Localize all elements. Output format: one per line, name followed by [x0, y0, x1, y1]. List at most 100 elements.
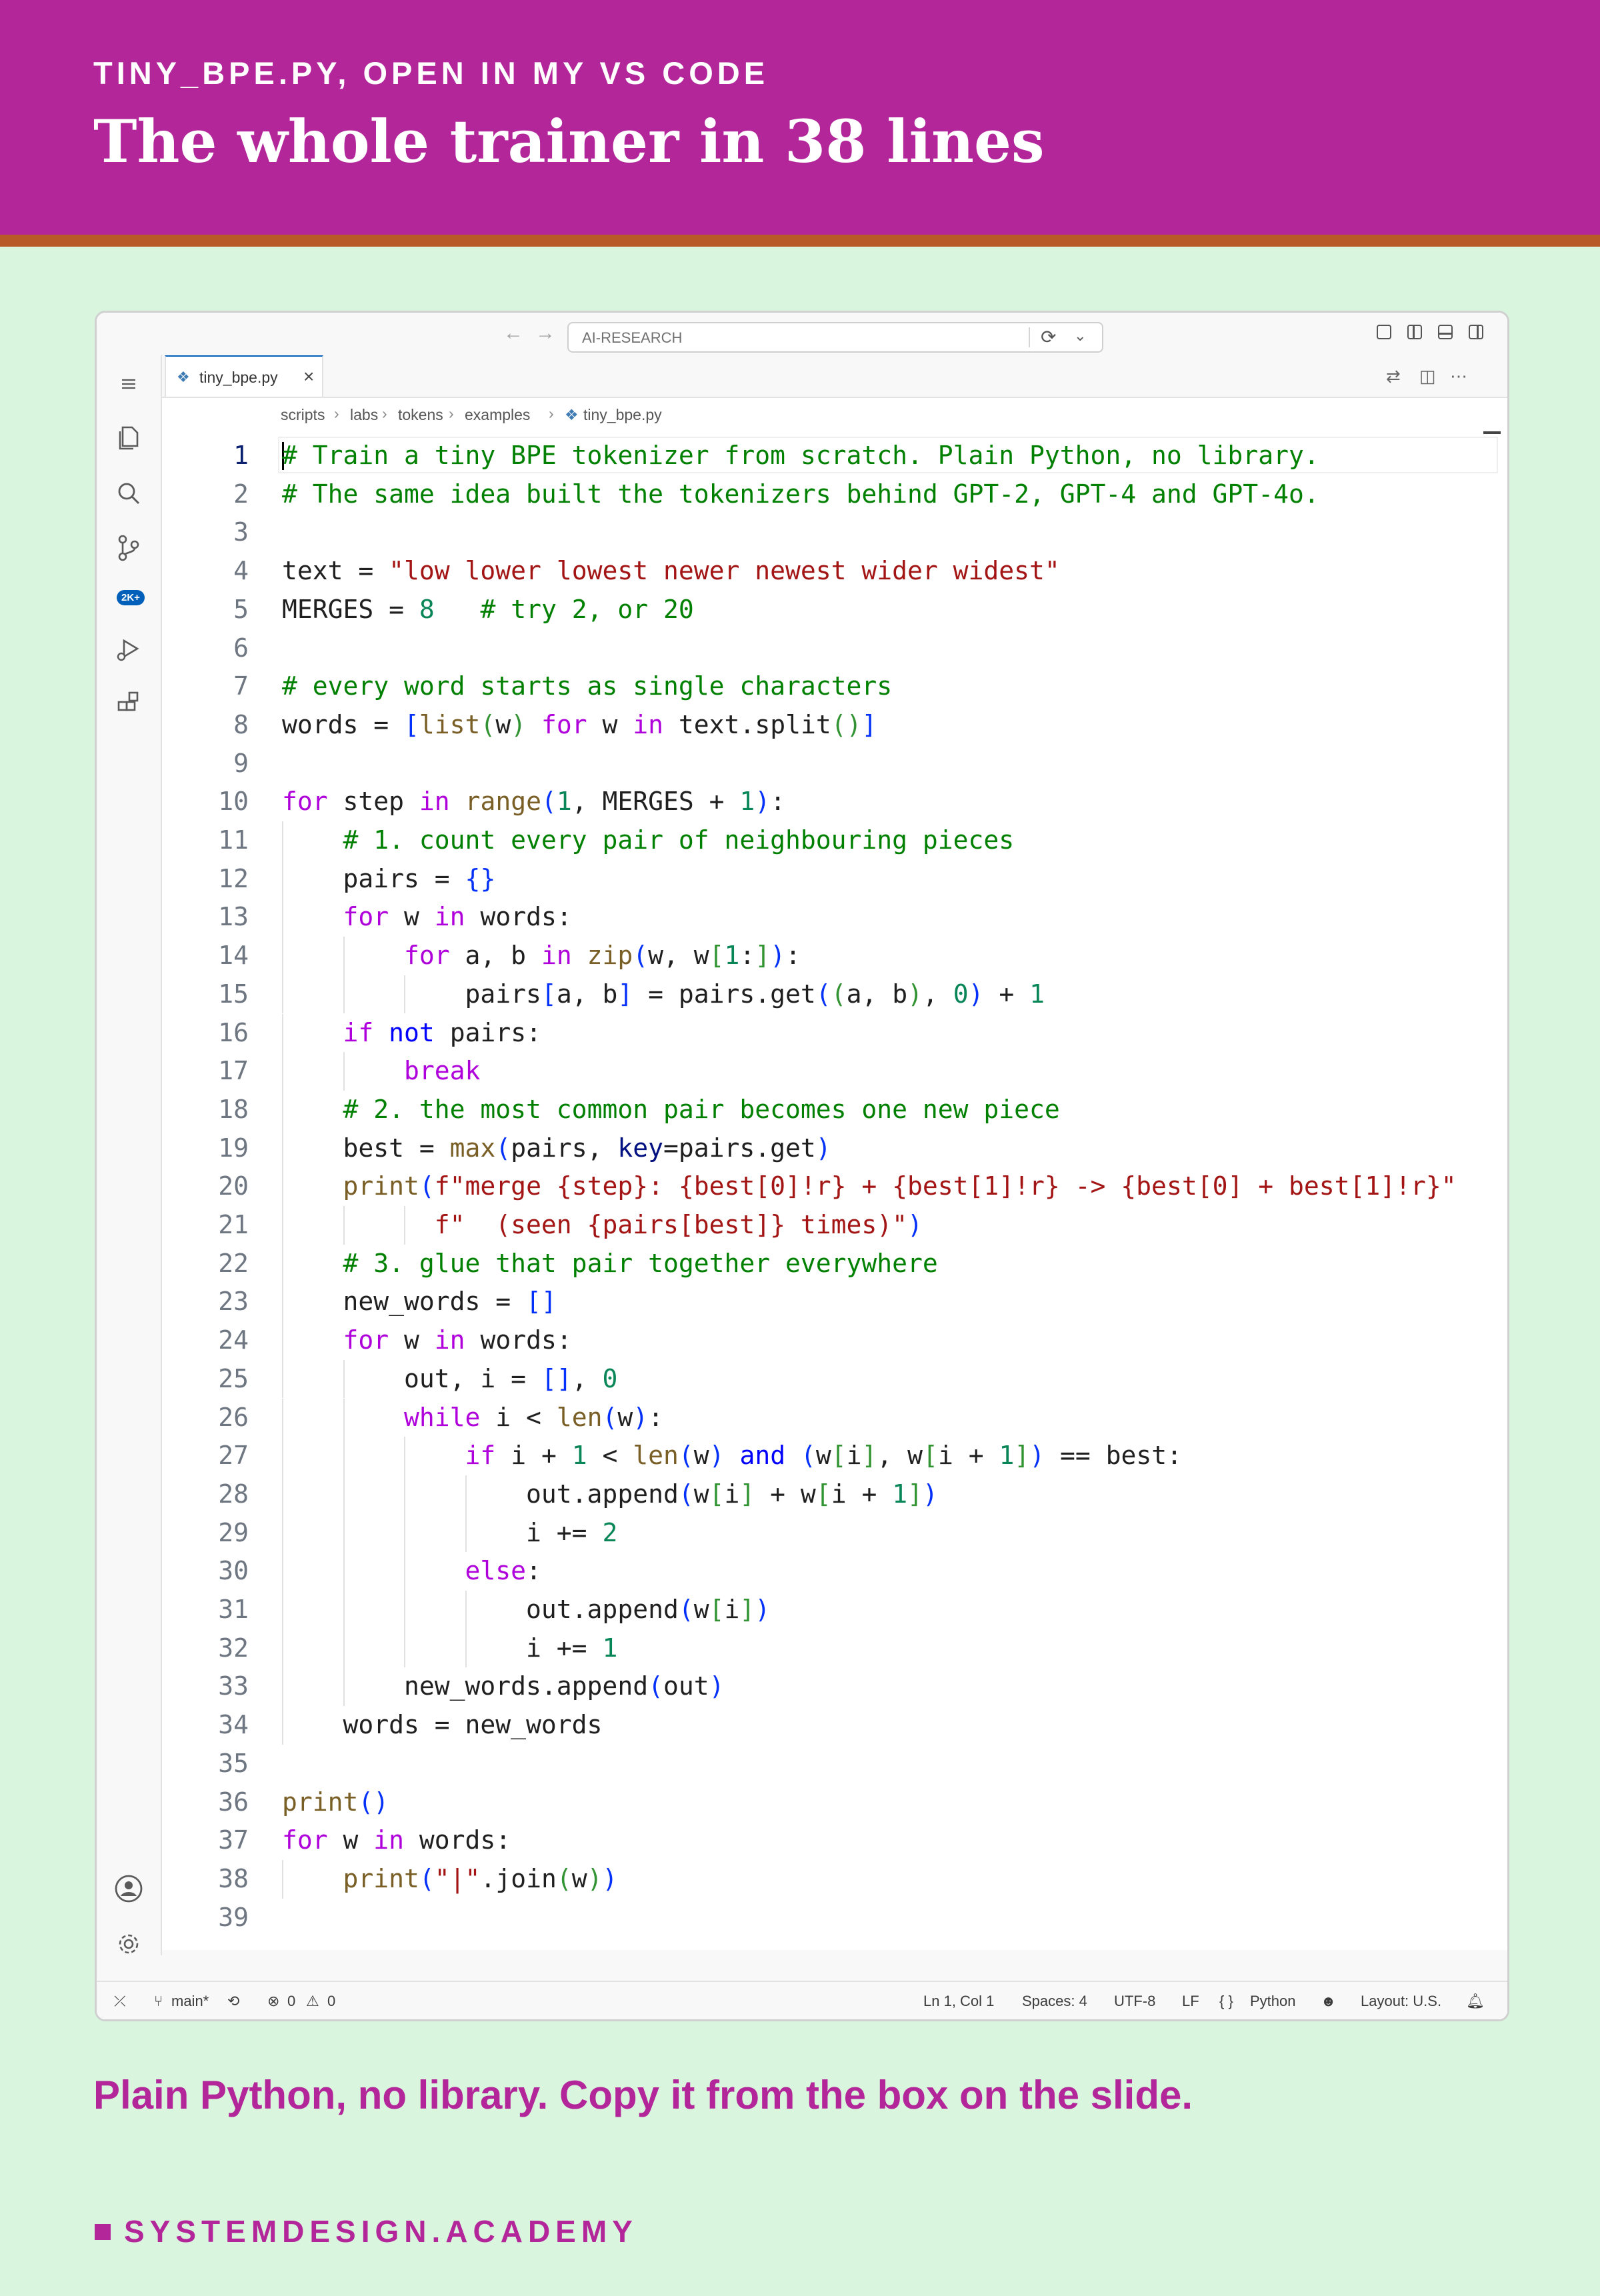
- toggle-primary-sidebar-icon[interactable]: [1407, 325, 1422, 339]
- extensions-icon[interactable]: [97, 689, 161, 719]
- chevron-down-icon[interactable]: ⌄: [1074, 327, 1086, 345]
- source-control-icon[interactable]: [97, 533, 161, 563]
- code-line[interactable]: 4 text = "low lower lowest newer newest w…: [162, 552, 1507, 591]
- code-line[interactable]: 31 out.append(w[i]): [162, 1591, 1507, 1629]
- code-line[interactable]: 3: [162, 513, 1507, 552]
- line-number: 5: [233, 594, 249, 624]
- code-text: break: [404, 1056, 481, 1086]
- forward-arrow-icon[interactable]: →: [535, 322, 555, 345]
- indent-guide: [343, 1667, 345, 1707]
- code-line[interactable]: 21 f" (seen {pairs[best]} times)"): [162, 1206, 1507, 1245]
- code-line[interactable]: 32 i += 1: [162, 1629, 1507, 1668]
- explorer-icon[interactable]: [97, 422, 161, 453]
- code-line[interactable]: 37 for w in words:: [162, 1821, 1507, 1860]
- indent-guide: [282, 1552, 283, 1591]
- code-line[interactable]: 6: [162, 629, 1507, 668]
- branch-icon[interactable]: ⑂: [154, 1993, 163, 2010]
- cursor-position[interactable]: Ln 1, Col 1: [923, 1993, 994, 2010]
- chevron-right-icon: ›: [449, 405, 454, 422]
- sync-icon[interactable]: ⟲: [227, 1993, 239, 2010]
- code-line[interactable]: 18 # 2. the most common pair becomes one…: [162, 1090, 1507, 1129]
- toggle-secondary-sidebar-icon[interactable]: [1469, 325, 1483, 339]
- warning-count[interactable]: 0: [327, 1993, 335, 2010]
- indentation[interactable]: Spaces: 4: [1022, 1993, 1087, 2010]
- error-icon[interactable]: ⊗: [267, 1993, 279, 2010]
- code-line[interactable]: 15 pairs[a, b] = pairs.get((a, b), 0) + …: [162, 975, 1507, 1014]
- menu-icon[interactable]: [97, 374, 161, 394]
- open-changes-icon[interactable]: ⇄: [1386, 366, 1401, 387]
- code-line[interactable]: 34 words = new_words: [162, 1706, 1507, 1745]
- warning-icon[interactable]: ⚠: [306, 1993, 319, 2010]
- code-line[interactable]: 24 for w in words:: [162, 1321, 1507, 1360]
- search-icon[interactable]: [97, 478, 161, 509]
- split-editor-icon[interactable]: ◫: [1419, 366, 1436, 387]
- customize-layout-icon[interactable]: [1377, 325, 1391, 339]
- notifications-bell-icon[interactable]: 🔔︎: [1466, 1993, 1485, 2010]
- line-number: 12: [218, 863, 249, 893]
- run-debug-icon[interactable]: [97, 634, 161, 665]
- copilot-chat-icon[interactable]: ⟳: [1041, 326, 1056, 348]
- code-line[interactable]: 1 # Train a tiny BPE tokenizer from scrat…: [162, 437, 1507, 475]
- close-icon[interactable]: ×: [303, 366, 314, 387]
- more-actions-icon[interactable]: ⋯: [1450, 366, 1467, 387]
- breadcrumb-item[interactable]: tokens: [398, 406, 443, 424]
- code-line[interactable]: 33 new_words.append(out): [162, 1667, 1507, 1707]
- tab-label: tiny_bpe.py: [199, 369, 278, 386]
- indent-guide: [282, 1167, 283, 1206]
- code-line[interactable]: 17 break: [162, 1052, 1507, 1091]
- indent-guide: [282, 1513, 283, 1553]
- tab-tiny-bpe[interactable]: ❖ tiny_bpe.py ×: [165, 355, 323, 397]
- chevron-right-icon: ›: [334, 405, 339, 422]
- slide-headline: The whole trainer in 38 lines: [93, 107, 1045, 176]
- encoding[interactable]: UTF-8: [1114, 1993, 1155, 2010]
- code-line[interactable]: 28 out.append(w[i] + w[i + 1]): [162, 1475, 1507, 1514]
- code-line[interactable]: 23 new_words = []: [162, 1283, 1507, 1322]
- code-line[interactable]: 8 words = [list(w) for w in text.split()]: [162, 706, 1507, 745]
- breadcrumb-item[interactable]: labs: [350, 406, 378, 424]
- code-line[interactable]: 30 else:: [162, 1552, 1507, 1591]
- code-line[interactable]: 11 # 1. count every pair of neighbouring…: [162, 821, 1507, 860]
- branch-name[interactable]: main*: [171, 1993, 209, 2010]
- code-editor[interactable]: 1 # Train a tiny BPE tokenizer from scrat…: [162, 431, 1507, 1950]
- brand-name: SYSTEMDESIGN.ACADEMY: [124, 2214, 638, 2249]
- line-number: 4: [233, 556, 249, 586]
- command-center[interactable]: AI-RESEARCH ⟳ ⌄: [567, 322, 1103, 353]
- breadcrumb-item[interactable]: tiny_bpe.py: [583, 406, 662, 424]
- breadcrumb-item[interactable]: examples: [465, 406, 530, 424]
- code-line[interactable]: 14 for a, b in zip(w, w[1:]):: [162, 937, 1507, 975]
- code-line[interactable]: 10 for step in range(1, MERGES + 1):: [162, 783, 1507, 821]
- remote-icon[interactable]: ⤫: [114, 1993, 126, 2010]
- code-line[interactable]: 27 if i + 1 < len(w) and (w[i], w[i + 1]…: [162, 1437, 1507, 1475]
- indent-guide: [404, 1591, 406, 1629]
- end-of-line[interactable]: LF: [1182, 1993, 1199, 2010]
- settings-gear-icon[interactable]: [97, 1929, 161, 1959]
- code-line[interactable]: 7 # every word starts as single character…: [162, 667, 1507, 706]
- code-line[interactable]: 12 pairs = {}: [162, 859, 1507, 899]
- code-line[interactable]: 19 best = max(pairs, key=pairs.get): [162, 1129, 1507, 1168]
- code-line[interactable]: 5 MERGES = 8 # try 2, or 20: [162, 591, 1507, 629]
- code-line[interactable]: 16 if not pairs:: [162, 1013, 1507, 1053]
- code-line[interactable]: 25 out, i = [], 0: [162, 1359, 1507, 1399]
- line-number: 22: [218, 1248, 249, 1278]
- code-line[interactable]: 22 # 3. glue that pair together everywhe…: [162, 1244, 1507, 1283]
- code-text: text = "low lower lowest newer newest wi…: [282, 556, 1060, 586]
- code-line[interactable]: 36 print(): [162, 1783, 1507, 1822]
- code-line[interactable]: 13 for w in words:: [162, 898, 1507, 937]
- back-arrow-icon[interactable]: ←: [503, 322, 523, 345]
- code-line[interactable]: 26 while i < len(w):: [162, 1398, 1507, 1437]
- code-line[interactable]: 20 print(f"merge {step}: {best[0]!r} + {…: [162, 1167, 1507, 1206]
- language-mode[interactable]: Python: [1250, 1993, 1296, 2010]
- code-line[interactable]: 38 print("|".join(w)): [162, 1859, 1507, 1899]
- code-line[interactable]: 35: [162, 1745, 1507, 1783]
- code-line[interactable]: 39: [162, 1899, 1507, 1937]
- error-count[interactable]: 0: [287, 1993, 295, 2010]
- account-icon[interactable]: [97, 1873, 161, 1905]
- code-line[interactable]: 29 i += 2: [162, 1513, 1507, 1553]
- line-number: 28: [218, 1479, 249, 1509]
- code-line[interactable]: 9: [162, 745, 1507, 783]
- breadcrumb-item[interactable]: scripts: [281, 406, 325, 424]
- copilot-icon[interactable]: ☻: [1321, 1993, 1336, 2010]
- code-line[interactable]: 2 # The same idea built the tokenizers be…: [162, 475, 1507, 514]
- keyboard-layout[interactable]: Layout: U.S.: [1361, 1993, 1441, 2010]
- toggle-panel-icon[interactable]: [1438, 325, 1453, 339]
